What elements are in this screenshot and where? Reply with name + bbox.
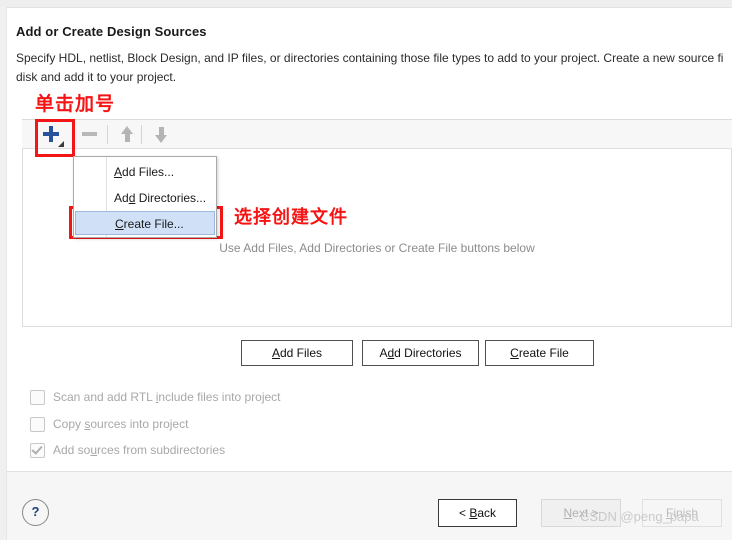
option-copy-sources[interactable]: Copy sources into project (30, 415, 188, 433)
menu-item-add-files[interactable]: Add Files... (74, 159, 216, 185)
sources-toolbar (22, 119, 732, 149)
checkbox-icon[interactable] (30, 389, 45, 405)
dropdown-caret-icon (58, 141, 64, 147)
checkbox-icon-checked[interactable] (30, 442, 45, 458)
move-up-button[interactable] (112, 120, 142, 148)
checkbox-icon[interactable] (30, 416, 45, 432)
add-source-button[interactable] (36, 120, 66, 148)
page-title: Add or Create Design Sources (16, 24, 207, 39)
dialog-footer: ? < Back Next > Finish (7, 472, 732, 540)
option-scan-rtl-include[interactable]: Scan and add RTL include files into proj… (30, 388, 281, 406)
button-label-rest: d Directories (394, 346, 462, 360)
window-left-strip (0, 7, 7, 540)
menu-item-label-rest: reate File... (123, 217, 184, 231)
watermark: CSDN @peng_papa (580, 509, 699, 524)
option-label: Scan and add RTL include files into proj… (53, 390, 281, 404)
menu-item-label: Ad (114, 191, 129, 205)
empty-list-hint: Use Add Files, Add Directories or Create… (219, 241, 535, 255)
create-file-button[interactable]: Create File (485, 340, 594, 366)
menu-item-label-rest: dd Files... (122, 165, 175, 179)
back-button[interactable]: < Back (438, 499, 517, 527)
page-description-line1: Specify HDL, netlist, Block Design, and … (16, 51, 724, 65)
toolbar-separator (141, 125, 142, 144)
page-description: Specify HDL, netlist, Block Design, and … (16, 49, 732, 87)
menu-item-mnemonic: A (114, 165, 123, 179)
menu-item-create-file[interactable]: Create File... (75, 211, 215, 235)
add-source-dropdown-menu[interactable]: Add Files... Add Directories... Create F… (73, 156, 217, 238)
button-mnemonic: N (563, 506, 573, 520)
dialog-root: Add or Create Design Sources Specify HDL… (0, 0, 732, 540)
page-description-line2: disk and add it to your project. (16, 70, 177, 84)
annotation-choose-create-file: 选择创建文件 (234, 207, 348, 228)
button-label-rest: reate File (518, 346, 569, 360)
menu-item-mnemonic: C (115, 217, 124, 231)
button-label: < (458, 506, 470, 520)
toolbar-separator (107, 125, 108, 144)
move-down-button[interactable] (146, 120, 176, 148)
option-add-sources-subdirectories[interactable]: Add sources from subdirectories (30, 441, 225, 459)
plus-icon (42, 125, 64, 147)
button-label-rest: ack (477, 506, 497, 520)
button-label-rest: dd Files (279, 346, 323, 360)
remove-source-button[interactable] (74, 120, 104, 148)
menu-item-label-rest: Directories... (135, 191, 207, 205)
arrow-down-icon (154, 126, 168, 143)
help-icon[interactable]: ? (22, 499, 49, 526)
button-mnemonic: C (510, 346, 519, 360)
source-action-buttons: Add Files Add Directories Create File (7, 340, 732, 370)
arrow-up-icon (120, 125, 134, 143)
menu-item-add-directories[interactable]: Add Directories... (74, 185, 216, 211)
button-mnemonic: A (271, 346, 280, 360)
option-label: Add sources from subdirectories (53, 443, 226, 457)
option-label: Copy sources into project (53, 417, 189, 431)
minus-icon (81, 132, 97, 136)
annotation-click-plus: 单击加号 (35, 93, 116, 115)
window-top-strip (0, 0, 732, 8)
dialog-page: Add or Create Design Sources Specify HDL… (7, 8, 732, 540)
add-files-button[interactable]: Add Files (241, 340, 353, 366)
add-directories-button[interactable]: Add Directories (362, 340, 479, 366)
